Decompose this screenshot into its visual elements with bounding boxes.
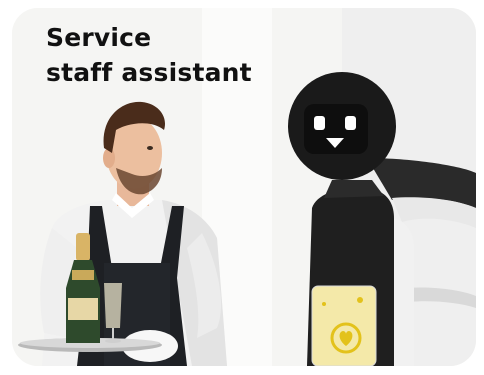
- card-title: Service staff assistant: [46, 20, 252, 90]
- bottle-neck-label: [72, 270, 94, 280]
- robot-side-panel: [394, 218, 414, 366]
- robot-front-screen: [312, 286, 376, 366]
- bottle-foil: [76, 233, 90, 261]
- robot-right-eye: [345, 116, 356, 130]
- service-card[interactable]: Service staff assistant: [12, 8, 476, 366]
- glass-bowl: [104, 283, 122, 328]
- title-line-2: staff assistant: [46, 58, 252, 87]
- waiter-eye: [147, 146, 153, 150]
- glass-stem: [112, 328, 114, 340]
- title-line-1: Service: [46, 23, 152, 52]
- screen-dot-small: [322, 302, 326, 306]
- glass-base: [105, 339, 121, 343]
- screen-dot: [357, 297, 363, 303]
- robot-left-eye: [314, 116, 325, 130]
- bottle-label: [68, 298, 98, 320]
